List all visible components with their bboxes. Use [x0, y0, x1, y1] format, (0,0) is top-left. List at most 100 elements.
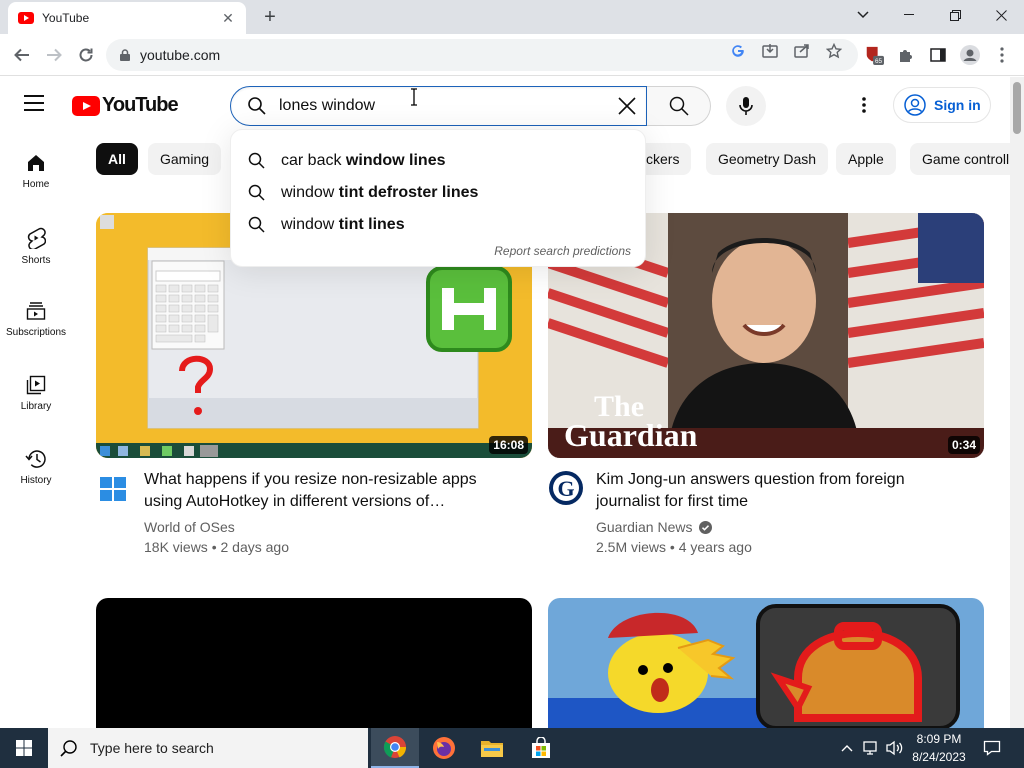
- folder-icon: [481, 741, 503, 757]
- chip-gaming[interactable]: Gaming: [148, 143, 222, 175]
- video-thumbnail[interactable]: [96, 598, 532, 728]
- taskbar-chrome-app[interactable]: [371, 728, 419, 768]
- taskbar-search-box[interactable]: Type here to search: [48, 728, 368, 768]
- chip-geometry-dash[interactable]: Geometry Dash: [706, 143, 829, 175]
- channel-name[interactable]: Guardian News: [596, 517, 693, 537]
- search-input[interactable]: [279, 97, 599, 115]
- subscriptions-icon: [26, 302, 46, 320]
- scrollbar-thumb[interactable]: [1013, 82, 1021, 134]
- taskbar-store-app[interactable]: [517, 728, 565, 768]
- browser-tab-youtube[interactable]: YouTube ✕: [8, 2, 246, 34]
- show-hidden-icons-chevron-icon[interactable]: [838, 728, 856, 768]
- guide-item-shorts[interactable]: Shorts: [0, 207, 72, 281]
- video-title[interactable]: Kim Jong-un answers question from foreig…: [596, 469, 956, 513]
- tab-close-icon[interactable]: ✕: [220, 10, 236, 26]
- guardian-watermark: The Guardian: [564, 392, 698, 453]
- taskbar-search-icon: [60, 740, 77, 757]
- browser-toolbar: youtube.com 65: [0, 34, 1024, 76]
- video-duration: 0:34: [947, 436, 980, 454]
- guide-item-library[interactable]: Library: [0, 355, 72, 429]
- clear-search-icon[interactable]: [614, 93, 640, 119]
- thumbnail-artwork: [548, 598, 984, 728]
- search-icon: [248, 184, 265, 201]
- library-icon: [26, 375, 46, 395]
- volume-icon[interactable]: [884, 728, 906, 768]
- page-scrollbar[interactable]: [1010, 77, 1024, 728]
- channel-avatar-guardian[interactable]: G: [548, 470, 584, 506]
- chip-game-controller[interactable]: Game controll: [910, 143, 1010, 175]
- guide-menu-icon[interactable]: [24, 95, 48, 115]
- chip-apple[interactable]: Apple: [836, 143, 896, 175]
- start-button[interactable]: [0, 728, 48, 768]
- guardian-g-avatar-icon: G: [549, 471, 583, 505]
- channel-row: Guardian News: [596, 517, 712, 537]
- taskbar-file-explorer-app[interactable]: [468, 728, 516, 768]
- close-window-button[interactable]: [978, 0, 1024, 30]
- suggestion-text-bold: window: [345, 152, 405, 169]
- video-metadata: 2.5M views • 4 years ago: [596, 539, 752, 555]
- notifications-icon[interactable]: [980, 728, 1004, 768]
- suggestion-text-bold: tint lines: [334, 216, 405, 233]
- search-box[interactable]: [230, 86, 647, 126]
- suggestion-item[interactable]: window tint lines: [231, 209, 647, 241]
- settings-menu-icon[interactable]: [852, 93, 876, 117]
- share-icon[interactable]: [792, 41, 812, 61]
- install-app-icon[interactable]: [760, 41, 780, 61]
- voice-search-button[interactable]: [726, 86, 766, 126]
- windows-taskbar: Type here to search 8:09 PM 8/24/2023: [0, 728, 1024, 768]
- network-icon[interactable]: [860, 728, 882, 768]
- video-thumbnail[interactable]: [548, 598, 984, 728]
- reload-button[interactable]: [72, 41, 100, 69]
- tab-search-chevron-icon[interactable]: [840, 0, 886, 30]
- guide-label: History: [20, 475, 52, 486]
- history-icon: [25, 450, 46, 468]
- chrome-menu-icon[interactable]: [992, 45, 1012, 65]
- sign-in-label: Sign in: [934, 97, 981, 113]
- report-search-predictions-link[interactable]: Report search predictions: [494, 244, 631, 258]
- url-text: youtube.com: [140, 47, 221, 63]
- extensions-puzzle-icon[interactable]: [896, 45, 916, 65]
- suggestion-item[interactable]: car back window lines: [231, 145, 647, 177]
- profile-avatar-icon[interactable]: [960, 45, 980, 65]
- guardian-watermark-line-2: Guardian: [564, 417, 698, 453]
- video-duration: 16:08: [489, 436, 528, 454]
- chip-all[interactable]: All: [96, 143, 138, 175]
- back-button[interactable]: [8, 41, 36, 69]
- video-title[interactable]: What happens if you resize non-resizable…: [144, 469, 504, 513]
- microsoft-store-icon: [532, 737, 550, 758]
- google-lens-icon[interactable]: [728, 41, 748, 61]
- extension-badge: 65: [875, 58, 883, 65]
- guide-item-history[interactable]: History: [0, 429, 72, 503]
- restore-button[interactable]: [932, 0, 978, 30]
- taskbar-clock[interactable]: 8:09 PM 8/24/2023: [906, 730, 972, 766]
- youtube-logo[interactable]: YouTube: [72, 94, 179, 117]
- suggestion-text: window tint lines: [281, 216, 405, 234]
- taskbar-firefox-app[interactable]: [420, 728, 468, 768]
- guide-item-subscriptions[interactable]: Subscriptions: [0, 281, 72, 355]
- guide-item-home[interactable]: Home: [0, 133, 72, 207]
- search-suggestions-dropdown: car back window lines window tint defros…: [230, 129, 646, 267]
- guide-label: Library: [20, 401, 52, 412]
- youtube-masthead: YouTube Sign in: [0, 77, 1010, 133]
- suggestion-text-part: car back: [281, 152, 346, 169]
- windows-logo-avatar-icon: [100, 477, 126, 501]
- taskbar-search-placeholder: Type here to search: [90, 740, 214, 756]
- side-panel-icon[interactable]: [928, 45, 948, 65]
- guide-label: Home: [22, 179, 50, 190]
- sign-in-button[interactable]: Sign in: [893, 87, 991, 123]
- channel-avatar-world-of-oses[interactable]: [98, 474, 128, 504]
- suggestion-item[interactable]: window tint defroster lines: [231, 177, 647, 209]
- forward-button[interactable]: [40, 41, 68, 69]
- account-circle-icon: [904, 94, 926, 116]
- new-tab-button[interactable]: +: [258, 6, 282, 28]
- search-button[interactable]: [647, 86, 711, 126]
- search-icon: [248, 216, 265, 233]
- suggestion-text: window tint defroster lines: [281, 184, 478, 202]
- microphone-icon: [739, 97, 753, 115]
- suggestion-text-bold-tail: lines: [404, 152, 446, 169]
- extension-shield-icon[interactable]: 65: [864, 45, 884, 65]
- minimize-button[interactable]: [886, 0, 932, 30]
- bookmark-star-icon[interactable]: [824, 41, 844, 61]
- guide-label: Subscriptions: [5, 327, 67, 338]
- channel-name[interactable]: World of OSes: [144, 517, 235, 537]
